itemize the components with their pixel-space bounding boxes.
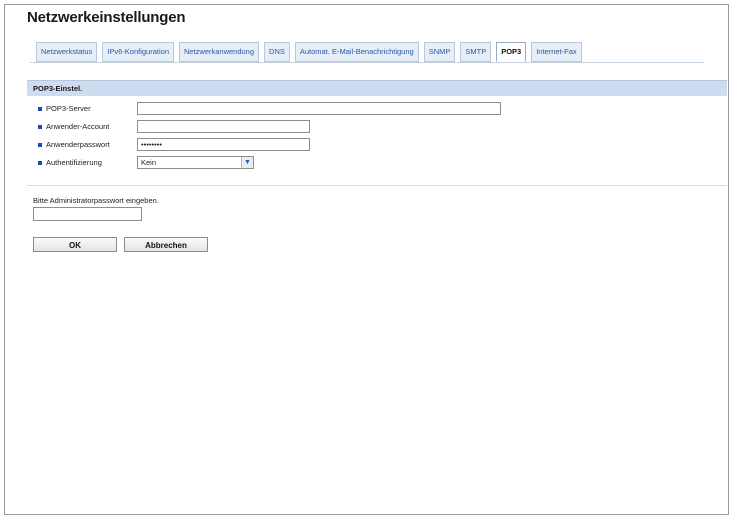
auth-row: Authentifizierung xyxy=(38,155,102,170)
password-row: Anwenderpasswort xyxy=(38,137,110,152)
tab-smtp[interactable]: SMTP xyxy=(460,42,492,62)
tab-snmp[interactable]: SNMP xyxy=(423,42,456,62)
section-header: POP3-Einstel. xyxy=(27,80,727,96)
tab-divider xyxy=(30,62,704,63)
tab-dns[interactable]: DNS xyxy=(264,42,290,62)
auth-selected-value: Kein xyxy=(141,158,157,167)
ok-button[interactable]: OK xyxy=(33,237,117,252)
tab-netzwerkanwendung[interactable]: Netzwerkanwendung xyxy=(178,42,260,62)
account-label: Anwender-Account xyxy=(46,122,110,131)
server-label: POP3-Server xyxy=(46,104,91,113)
tab-ipv6-konfiguration[interactable]: IPv6-Konfiguration xyxy=(102,42,174,62)
tab-internet-fax[interactable]: Internet-Fax xyxy=(531,42,582,62)
square-bullet-icon xyxy=(38,106,42,111)
tab-email-benachrichtigung[interactable]: Automat. E-Mail-Benachrichtigung xyxy=(294,42,419,62)
user-account-input[interactable] xyxy=(137,120,310,133)
tab-pop3[interactable]: POP3 xyxy=(496,42,527,62)
square-bullet-icon xyxy=(38,142,42,147)
pop3-server-input[interactable] xyxy=(137,102,501,115)
server-row: POP3-Server xyxy=(38,101,91,116)
auth-label: Authentifizierung xyxy=(46,158,102,167)
auth-select[interactable]: Kein ▼ xyxy=(137,156,254,169)
password-label: Anwenderpasswort xyxy=(46,140,110,149)
page-title: Netzwerkeinstellungen xyxy=(27,9,186,26)
tab-netzwerkstatus[interactable]: Netzwerkstatus xyxy=(36,42,98,62)
user-password-input[interactable]: •••••••• xyxy=(137,138,310,151)
square-bullet-icon xyxy=(38,124,42,129)
square-bullet-icon xyxy=(38,160,42,165)
admin-password-prompt: Bitte Administratorpasswort eingeben. xyxy=(33,196,159,205)
admin-password-input[interactable] xyxy=(33,207,142,221)
chevron-down-icon[interactable]: ▼ xyxy=(241,157,253,168)
account-row: Anwender-Account xyxy=(38,119,109,134)
section-divider xyxy=(27,185,727,186)
cancel-button[interactable]: Abbrechen xyxy=(124,237,208,252)
tab-bar: Netzwerkstatus IPv6-Konfiguration Netzwe… xyxy=(36,42,582,62)
